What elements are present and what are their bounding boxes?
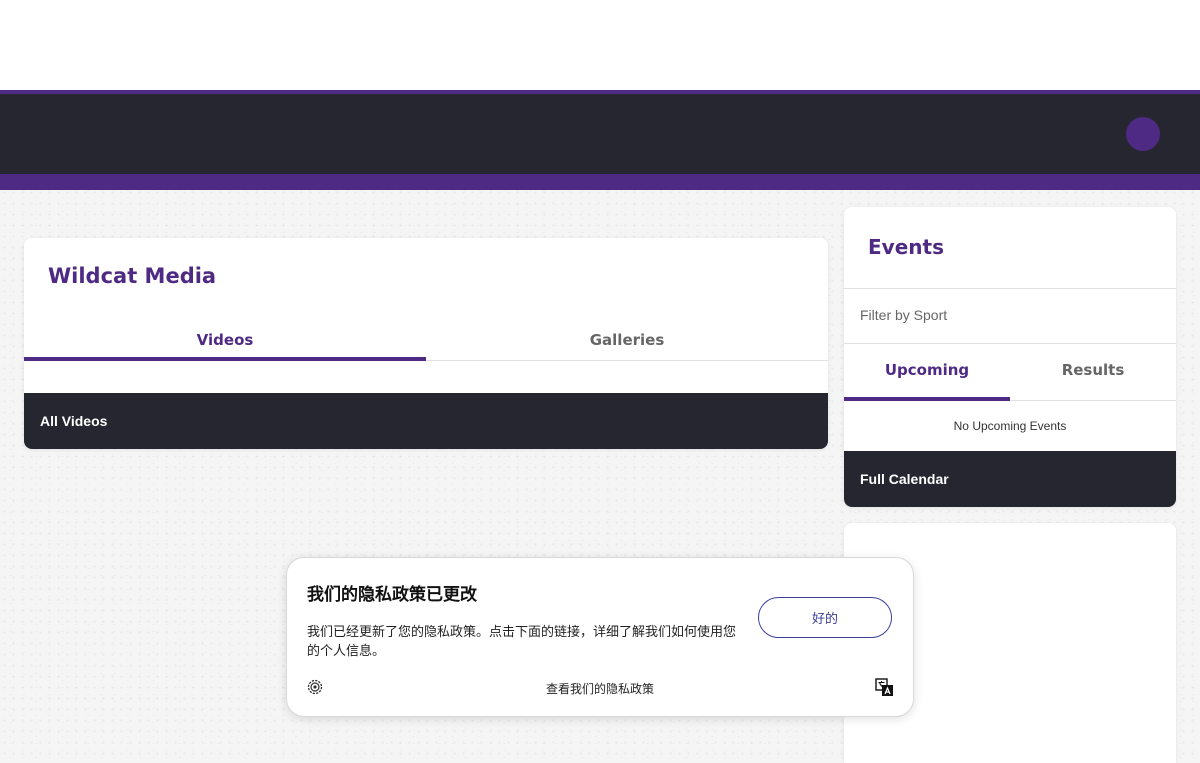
ok-button[interactable]: 好的: [758, 597, 892, 638]
events-card: Events Filter by Sport Upcoming Results …: [844, 207, 1176, 507]
privacy-policy-link[interactable]: 查看我们的隐私政策: [287, 680, 913, 697]
tab-results[interactable]: Results: [1010, 344, 1176, 400]
no-events-message: No Upcoming Events: [953, 419, 1067, 433]
privacy-title: 我们的隐私政策已更改: [307, 585, 477, 604]
events-title: Events: [868, 235, 944, 259]
events-tabs: Upcoming Results: [844, 344, 1176, 401]
top-banner-area: [0, 0, 1200, 90]
media-card: Wildcat Media Videos Galleries All Video…: [24, 238, 828, 449]
tab-galleries[interactable]: Galleries: [426, 327, 828, 360]
site-header: [0, 90, 1200, 190]
header-bottom-stripe: [0, 174, 1200, 190]
tab-videos[interactable]: Videos: [24, 327, 426, 361]
privacy-policy-dialog: 我们的隐私政策已更改 我们已经更新了您的隐私政策。点击下面的链接，详细了解我们如…: [286, 557, 914, 717]
full-calendar-link[interactable]: Full Calendar: [844, 451, 1176, 507]
media-title: Wildcat Media: [48, 264, 217, 288]
header-top-stripe: [0, 90, 1200, 94]
privacy-body: 我们已经更新了您的隐私政策。点击下面的链接，详细了解我们如何使用您的个人信息。: [307, 624, 737, 658]
translate-icon[interactable]: [875, 678, 894, 697]
tab-upcoming[interactable]: Upcoming: [844, 344, 1010, 401]
divider: [844, 288, 1176, 289]
account-avatar[interactable]: [1126, 117, 1160, 151]
media-tabs: Videos Galleries: [24, 327, 828, 361]
all-videos-link[interactable]: All Videos: [24, 393, 828, 449]
filter-by-sport-select[interactable]: Filter by Sport: [860, 307, 947, 323]
